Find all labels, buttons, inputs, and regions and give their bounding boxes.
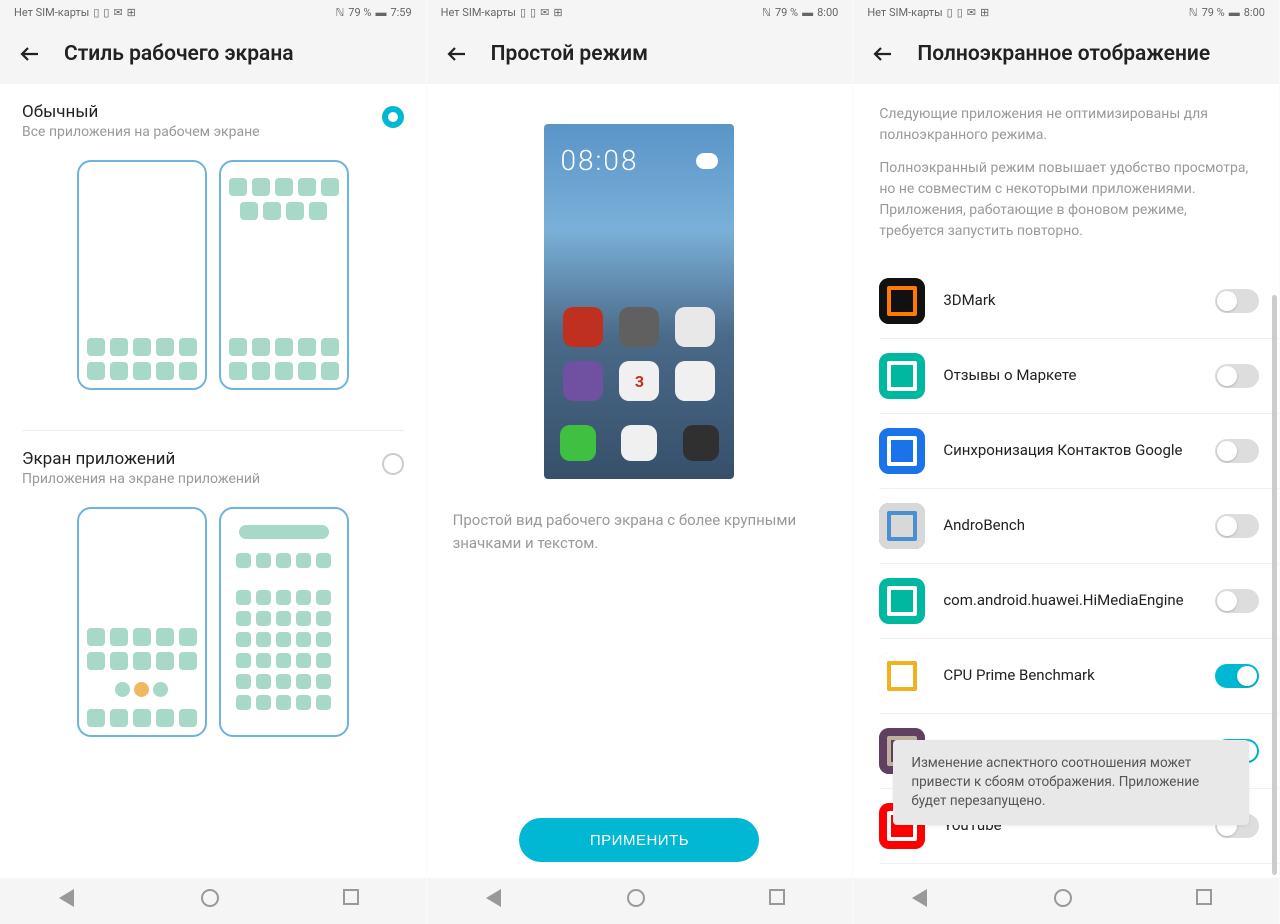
nav-back[interactable]	[59, 889, 83, 913]
clock: 8:00	[817, 6, 838, 19]
option-sub: Все приложения на рабочем экране	[22, 124, 382, 140]
battery-pct: 79 %	[1202, 6, 1225, 19]
toggle-switch[interactable]	[1215, 664, 1259, 688]
sim-icon-2: ▯	[103, 6, 109, 19]
status-left: Нет SIM-карты ▯ ▯ ✉ ⊞	[14, 6, 136, 19]
option-sub: Приложения на экране приложений	[22, 471, 382, 487]
simple-desc: Простой вид рабочего экрана с более круп…	[427, 509, 853, 554]
app-icon	[879, 428, 925, 474]
desc-2: Полноэкранный режим повышает удобство пр…	[879, 158, 1253, 242]
toggle-switch[interactable]	[1215, 289, 1259, 313]
app-icon	[879, 278, 925, 324]
sim-icon-1: ▯	[93, 6, 99, 19]
app-item: Отзывы о Маркете	[879, 339, 1279, 414]
app-name: Синхронизация Контактов Google	[943, 441, 1197, 461]
nav-recent[interactable]	[769, 889, 793, 913]
browser-icon	[563, 361, 603, 401]
nfc-icon: ℕ	[335, 6, 344, 19]
camera-icon	[683, 425, 719, 461]
radio-unselected[interactable]	[382, 453, 404, 475]
toggle-switch[interactable]	[1215, 589, 1259, 613]
sim-status: Нет SIM-карты	[14, 6, 89, 19]
radio-selected[interactable]	[382, 106, 404, 128]
app-name: 3DMark	[943, 291, 1197, 311]
nav-back[interactable]	[486, 889, 510, 913]
nav-bar	[427, 878, 853, 924]
toast-message: Изменение аспектного соотношения может п…	[893, 740, 1249, 825]
calendar-icon: 3	[619, 361, 659, 401]
nav-recent[interactable]	[343, 889, 367, 913]
option-drawer[interactable]: Экран приложений Приложения на экране пр…	[0, 431, 426, 777]
app-icon	[879, 503, 925, 549]
battery-icon: ▬	[375, 6, 386, 19]
nav-home[interactable]	[1054, 889, 1078, 913]
flashlight-icon	[563, 307, 603, 347]
nav-back[interactable]	[912, 889, 936, 913]
app-icon	[879, 653, 925, 699]
nav-home[interactable]	[201, 889, 225, 913]
phone-mockup	[219, 160, 349, 390]
phone-mockup	[77, 160, 207, 390]
page-title: Простой режим	[491, 42, 648, 66]
header: Полноэкранное отображение	[853, 24, 1279, 84]
back-button[interactable]	[871, 42, 895, 66]
clock: 8:00	[1244, 6, 1265, 19]
messages-icon	[621, 425, 657, 461]
apply-button[interactable]: ПРИМЕНИТЬ	[519, 818, 759, 862]
status-bar: Нет SIM-карты ▯▯✉⊞ ℕ 79 % ▬ 8:00	[427, 0, 853, 24]
battery-pct: 79 %	[775, 6, 798, 19]
app-item: 3DMark	[879, 264, 1279, 339]
option-standard[interactable]: Обычный Все приложения на рабочем экране	[0, 84, 426, 430]
status-bar: Нет SIM-карты ▯▯✉⊞ ℕ 79 % ▬ 8:00	[853, 0, 1279, 24]
screen-home-style: Нет SIM-карты ▯ ▯ ✉ ⊞ ℕ 79 % ▬ 7:59 Стил…	[0, 0, 427, 924]
home-preview: 08:08 3	[544, 124, 734, 479]
nav-home[interactable]	[627, 889, 651, 913]
app-item: CPU Prime Benchmark	[879, 639, 1279, 714]
app-name: CPU Prime Benchmark	[943, 666, 1197, 686]
weather-icon	[696, 153, 718, 169]
toggle-switch[interactable]	[1215, 514, 1259, 538]
sim-status: Нет SIM-карты	[441, 6, 516, 19]
app-name: com.android.huawei.HiMediaEngine	[943, 591, 1197, 611]
app-item: com.android.huawei.HiMediaEngine	[879, 564, 1279, 639]
preview-clock: 08:08	[560, 144, 638, 177]
option-title: Обычный	[22, 102, 382, 122]
status-right: ℕ 79 % ▬ 7:59	[335, 6, 411, 19]
nav-bar	[853, 878, 1279, 924]
app-item: AndroBench	[879, 489, 1279, 564]
screen-simple-mode: Нет SIM-карты ▯▯✉⊞ ℕ 79 % ▬ 8:00 Простой…	[427, 0, 854, 924]
nav-recent[interactable]	[1196, 889, 1220, 913]
phone-mockup	[77, 507, 207, 737]
toggle-switch[interactable]	[1215, 439, 1259, 463]
nav-bar	[0, 878, 426, 924]
screen-fullscreen-display: Нет SIM-карты ▯▯✉⊞ ℕ 79 % ▬ 8:00 Полноэк…	[853, 0, 1280, 924]
desc-1: Следующие приложения не оптимизированы д…	[879, 104, 1253, 146]
status-bar: Нет SIM-карты ▯ ▯ ✉ ⊞ ℕ 79 % ▬ 7:59	[0, 0, 426, 24]
toggle-switch[interactable]	[1215, 364, 1259, 388]
battery-pct: 79 %	[348, 6, 371, 19]
option-title: Экран приложений	[22, 449, 382, 469]
page-title: Стиль рабочего экрана	[64, 42, 294, 66]
back-button[interactable]	[18, 42, 42, 66]
app-icon	[879, 578, 925, 624]
sim-status: Нет SIM-карты	[867, 6, 942, 19]
phone-mockup	[219, 507, 349, 737]
app-name: Отзывы о Маркете	[943, 366, 1197, 386]
grid-icon: ⊞	[127, 6, 136, 19]
page-title: Полноэкранное отображение	[917, 42, 1210, 66]
calculator-icon	[619, 307, 659, 347]
header: Стиль рабочего экрана	[0, 24, 426, 84]
app-name: AndroBench	[943, 516, 1197, 536]
settings-icon	[675, 307, 715, 347]
mail-icon: ✉	[113, 6, 122, 19]
clock: 7:59	[390, 6, 411, 19]
phone-icon	[560, 425, 596, 461]
app-item: Синхронизация Контактов Google	[879, 414, 1279, 489]
scrollbar[interactable]	[1272, 295, 1277, 875]
app-icon	[879, 353, 925, 399]
gallery-icon	[675, 361, 715, 401]
back-button[interactable]	[445, 42, 469, 66]
header: Простой режим	[427, 24, 853, 84]
